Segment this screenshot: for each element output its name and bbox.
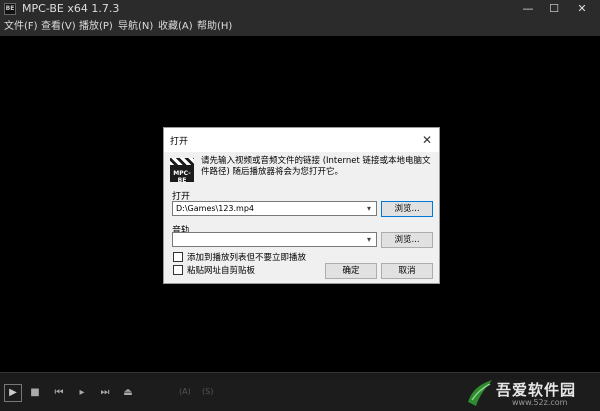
audio-status: (A) xyxy=(179,387,191,396)
dialog-title-bar: 打开 ✕ xyxy=(164,128,439,152)
watermark-logo-icon xyxy=(468,380,492,406)
open-dialog: 打开 ✕ MPC-BE 请先输入视频或音频文件的链接 (Internet 链接或… xyxy=(163,127,440,284)
seek-bar[interactable] xyxy=(0,372,600,379)
menu-navigate[interactable]: 导航(N) xyxy=(118,20,153,34)
paste-from-clipboard-label[interactable]: 粘贴网址自剪贴板 xyxy=(187,264,255,276)
dialog-message: 请先输入视频或音频文件的链接 (Internet 链接或本地电脑文件路径) 随后… xyxy=(201,156,431,177)
dialog-close-icon[interactable]: ✕ xyxy=(419,132,435,148)
menu-play[interactable]: 播放(P) xyxy=(79,20,113,34)
audio-track-combo[interactable]: ▾ xyxy=(172,232,377,247)
window-title: MPC-BE x64 1.7.3 xyxy=(22,2,120,15)
close-button[interactable]: ✕ xyxy=(568,0,596,18)
ok-button[interactable]: 确定 xyxy=(325,263,377,279)
mpc-be-logo-icon: MPC-BE xyxy=(170,158,194,184)
previous-button[interactable]: ⏮ xyxy=(50,385,68,401)
minimize-button[interactable]: — xyxy=(514,0,542,18)
chevron-down-icon[interactable]: ▾ xyxy=(364,233,374,246)
eject-button[interactable]: ⏏ xyxy=(119,385,137,401)
browse-file-button[interactable]: 浏览... xyxy=(381,201,433,217)
add-to-playlist-checkbox[interactable] xyxy=(173,252,183,262)
open-path-value[interactable]: D:\Games\123.mp4 xyxy=(176,204,254,213)
stop-button[interactable]: ■ xyxy=(26,385,44,401)
subtitle-status: (S) xyxy=(202,387,214,396)
app-logo-icon: BE xyxy=(4,3,16,15)
dialog-title: 打开 xyxy=(170,137,189,147)
menu-help[interactable]: 帮助(H) xyxy=(197,20,232,34)
play-button[interactable]: ▶ xyxy=(4,384,22,402)
browse-audio-button[interactable]: 浏览... xyxy=(381,232,433,248)
menu-file[interactable]: 文件(F) xyxy=(4,20,38,34)
title-bar: BE MPC-BE x64 1.7.3 — ☐ ✕ xyxy=(0,0,600,18)
open-path-combo[interactable]: D:\Games\123.mp4 ▾ xyxy=(172,201,377,216)
next-button[interactable]: ⏭ xyxy=(96,385,114,401)
chevron-down-icon[interactable]: ▾ xyxy=(364,202,374,215)
watermark-url: www.52z.com xyxy=(512,398,568,407)
frame-step-button[interactable]: ▸ xyxy=(73,385,91,401)
player-window: BE MPC-BE x64 1.7.3 — ☐ ✕ 文件(F) 查看(V) 播放… xyxy=(0,0,600,411)
cancel-button[interactable]: 取消 xyxy=(381,263,433,279)
add-to-playlist-label[interactable]: 添加到播放列表但不要立即播放 xyxy=(187,251,306,263)
paste-from-clipboard-checkbox[interactable] xyxy=(173,265,183,275)
menu-view[interactable]: 查看(V) xyxy=(41,20,76,34)
maximize-button[interactable]: ☐ xyxy=(540,0,568,18)
menu-favorites[interactable]: 收藏(A) xyxy=(158,20,193,34)
watermark-text: 吾爱软件园 xyxy=(496,381,577,399)
menu-bar: 文件(F) 查看(V) 播放(P) 导航(N) 收藏(A) 帮助(H) xyxy=(0,18,600,36)
